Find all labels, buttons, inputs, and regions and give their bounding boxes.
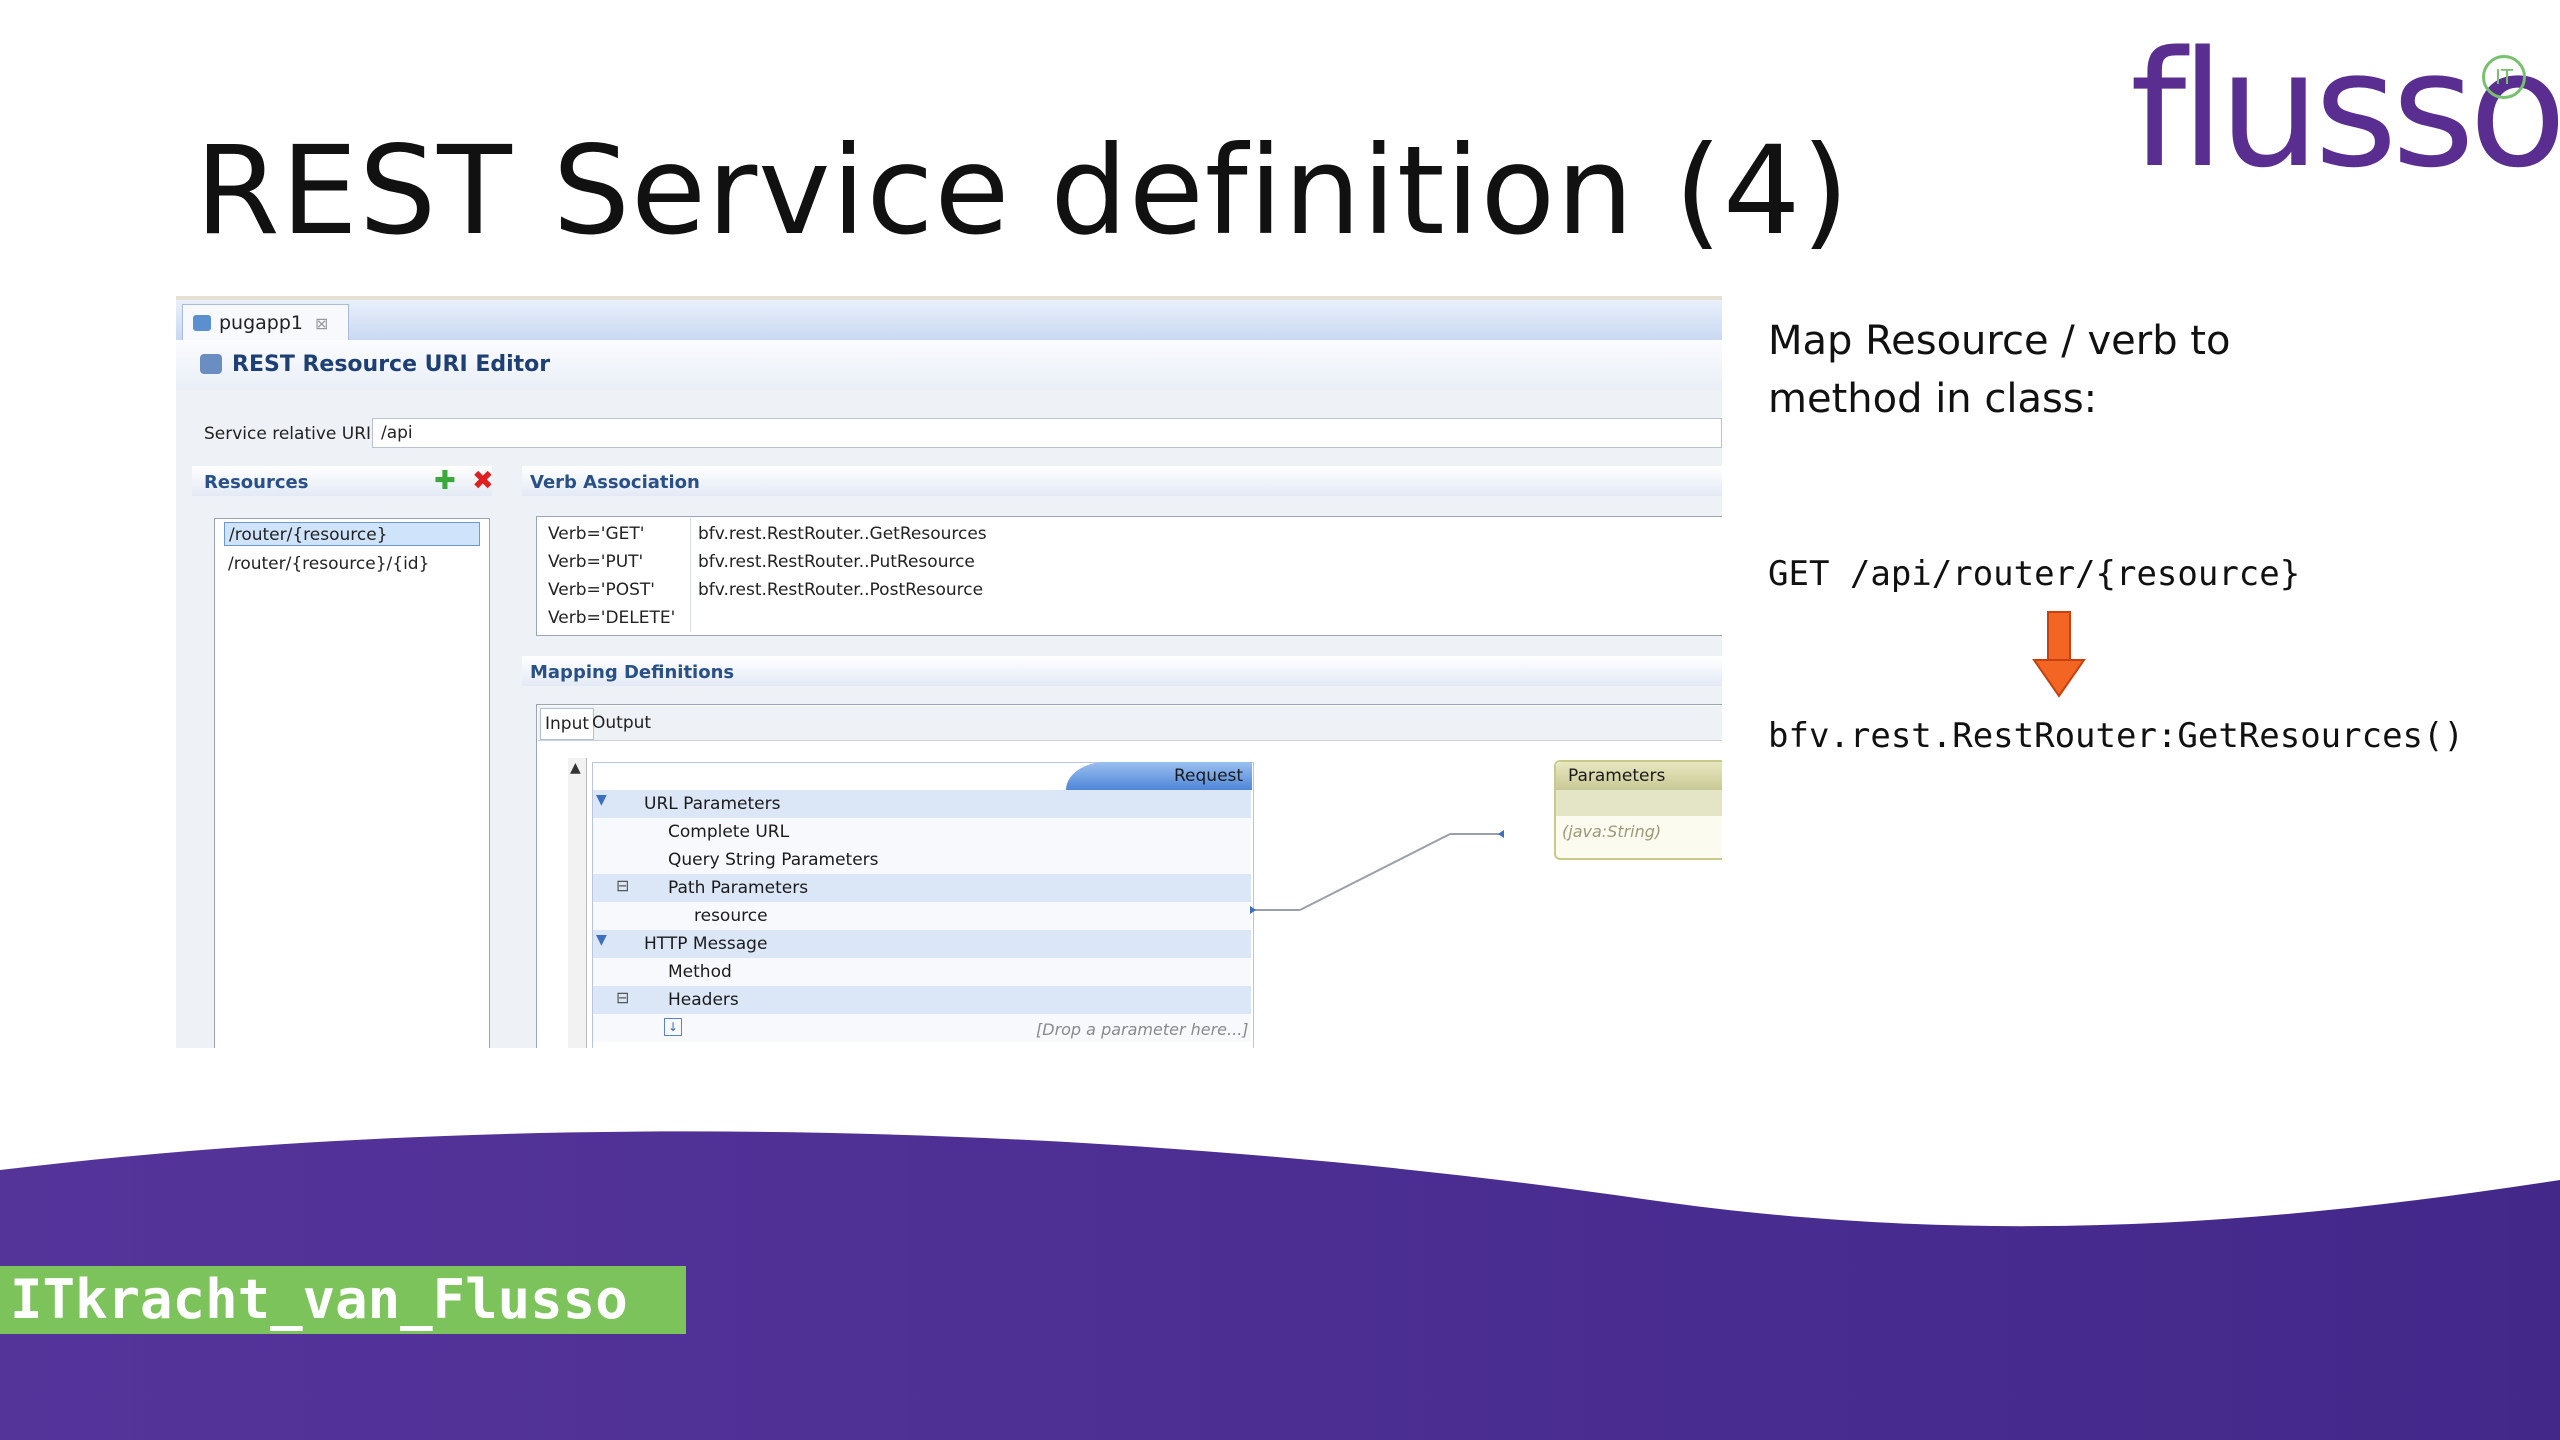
verb-cell[interactable]: Verb='PUT': [548, 552, 643, 572]
tree-item-complete-url[interactable]: Complete URL: [668, 822, 789, 842]
drop-hint: [Drop a parameter here...]: [1036, 1020, 1249, 1039]
tab-input[interactable]: Input: [540, 708, 595, 740]
drop-target-icon[interactable]: ↓: [664, 1018, 682, 1036]
editor-tab-label: pugapp1: [219, 312, 304, 334]
tree-item-http-message[interactable]: HTTP Message: [644, 934, 767, 954]
method-cell[interactable]: bfv.rest.RestRouter..PostResource: [698, 580, 983, 600]
add-resource-icon[interactable]: ✚: [434, 468, 456, 494]
verb-table-divider: [690, 518, 691, 632]
editor-tab-bar: [176, 300, 1722, 340]
flusso-logo: flusso: [2130, 16, 2560, 203]
scroll-up-icon[interactable]: ▲: [570, 760, 581, 776]
logo-it-badge: IT: [2482, 55, 2526, 99]
parameters-row: [1556, 790, 1722, 816]
verb-association-header: [522, 466, 1722, 496]
request-label: Request: [1174, 766, 1244, 786]
tree-item-resource[interactable]: resource: [694, 906, 768, 926]
verb-cell[interactable]: Verb='POST': [548, 580, 655, 600]
mapping-label: Mapping Definitions: [530, 662, 735, 683]
project-icon: [193, 315, 211, 331]
method-cell[interactable]: bfv.rest.RestRouter..PutResource: [698, 552, 975, 572]
close-tab-icon[interactable]: ⊠: [315, 314, 328, 333]
service-uri-label: Service relative URI:: [204, 424, 377, 444]
tree-row: [593, 902, 1251, 930]
hashtag-banner: ITkracht_van_Flusso: [0, 1266, 686, 1334]
description-line-2: method in class:: [1768, 376, 2098, 422]
resources-list: [214, 518, 490, 1048]
resource-item[interactable]: /router/{resource}: [224, 522, 480, 546]
collapse-icon[interactable]: ⊟: [616, 988, 629, 1007]
tree-item-url-parameters[interactable]: URL Parameters: [644, 794, 780, 814]
resources-label: Resources: [204, 472, 309, 493]
method-cell[interactable]: bfv.rest.RestRouter..GetResources: [698, 524, 987, 544]
request-path: GET /api/router/{resource}: [1768, 554, 2301, 594]
service-uri-input[interactable]: /api: [372, 418, 1722, 448]
down-arrow-icon: [2032, 611, 2086, 698]
editor-tab[interactable]: pugapp1 ⊠: [182, 304, 350, 341]
mapping-tab-strip: [538, 706, 1722, 741]
parameter-type[interactable]: (java:String): [1562, 822, 1661, 841]
editor-screenshot: pugapp1 ⊠ REST Resource URI Editor Servic…: [176, 296, 1722, 1048]
verb-cell[interactable]: Verb='DELETE': [548, 608, 675, 628]
method-signature: bfv.rest.RestRouter:GetResources(): [1768, 716, 2464, 756]
delete-resource-icon[interactable]: ✖: [472, 468, 494, 494]
editor-title-text: REST Resource URI Editor: [232, 352, 551, 377]
verb-association-label: Verb Association: [530, 472, 700, 493]
tree-item-query-string[interactable]: Query String Parameters: [668, 850, 879, 870]
parameters-label: Parameters: [1568, 766, 1666, 786]
resource-item[interactable]: /router/{resource}/{id}: [228, 554, 429, 574]
tree-item-path-parameters[interactable]: Path Parameters: [668, 878, 808, 898]
editor-title: REST Resource URI Editor: [200, 352, 550, 377]
slide-title: REST Service definition (4): [195, 120, 1851, 262]
tree-item-headers[interactable]: Headers: [668, 990, 739, 1010]
verb-cell[interactable]: Verb='GET': [548, 524, 644, 544]
tree-item-method[interactable]: Method: [668, 962, 732, 982]
tab-output[interactable]: Output: [588, 708, 655, 738]
editor-icon: [200, 354, 222, 374]
collapse-icon[interactable]: ⊟: [616, 876, 629, 895]
expand-icon[interactable]: ▼: [596, 792, 607, 808]
description-line-1: Map Resource / verb to: [1768, 318, 2231, 364]
vertical-scrollbar[interactable]: [568, 758, 587, 1048]
expand-icon[interactable]: ▼: [596, 932, 607, 948]
